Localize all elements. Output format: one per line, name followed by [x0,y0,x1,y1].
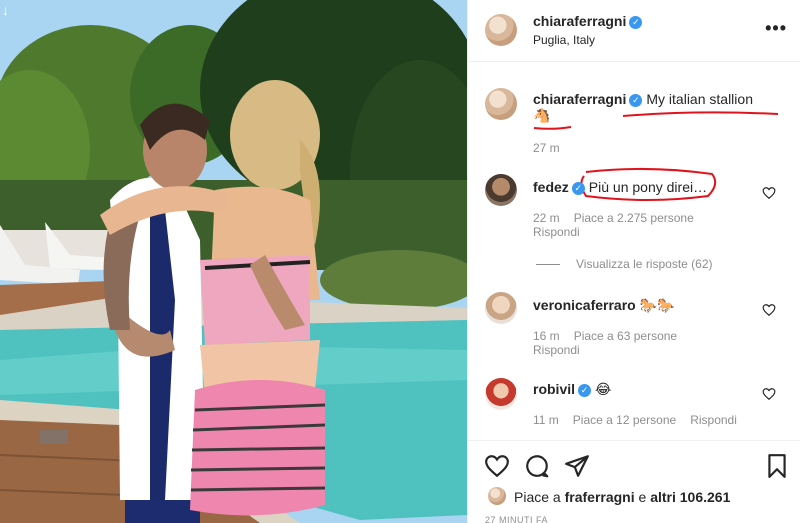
heart-icon[interactable] [484,453,510,479]
comment-icon[interactable] [524,453,550,479]
comment-robivil: robivil ✓ 😂 [533,380,611,399]
comment-likes[interactable]: Piace a 12 persone [573,413,676,427]
comment-veronicaferraro: veronicaferraro 🐎🐎 [533,296,675,315]
caption: chiaraferragni ✓ My italian stallion [533,90,788,108]
verified-icon: ✓ [629,94,643,107]
verified-icon: ✓ [578,384,592,397]
share-icon[interactable] [564,453,590,479]
likes-mid: e [634,489,651,505]
post-photo[interactable]: ↓ [0,0,467,523]
more-icon[interactable]: ••• [765,18,787,39]
heart-icon[interactable] [762,186,776,200]
caption-avatar[interactable] [485,88,517,120]
caption-text: My italian stallion [646,91,753,107]
reply-button[interactable]: Rispondi [533,225,580,239]
author-name-row: chiaraferragni ✓ [533,13,643,31]
caption-emoji: 🐴 [533,108,551,124]
heart-icon[interactable] [762,387,776,401]
comment-meta: 16 m Piace a 63 persone [533,329,677,343]
comment-avatar-fedez[interactable] [485,174,517,206]
likes-others[interactable]: altri 106.261 [650,489,730,505]
liker-avatar[interactable] [488,487,506,505]
author-username[interactable]: chiaraferragni [533,13,626,29]
heart-icon[interactable] [762,303,776,317]
view-replies-link[interactable]: Visualizza le risposte (62) [536,257,713,271]
comment-avatar-veronicaferraro[interactable] [485,292,517,324]
likes-prefix: Piace a [514,489,565,505]
comment-time: 22 m [533,211,560,225]
comment-text: Più un pony direi… [588,179,708,195]
couple-pool-photo [0,0,467,523]
comment-text: 😂 [595,382,612,398]
comment-likes[interactable]: Piace a 63 persone [574,329,677,343]
comment-username[interactable]: fedez [533,179,569,195]
post-timestamp: 27 MINUTI FA [485,515,549,523]
comment-text: 🐎🐎 [639,298,675,314]
view-replies-label: Visualizza le risposte (62) [576,257,713,271]
comment-fedez: fedez ✓ Più un pony direi… [533,178,707,196]
verified-icon: ✓ [629,16,643,29]
comment-meta: 22 m Piace a 2.275 persone [533,211,694,225]
post-header: chiaraferragni ✓ Puglia, Italy ••• [468,0,800,62]
liker-username[interactable]: fraferragni [565,489,635,505]
divider-line [536,263,560,265]
reply-button[interactable]: Rispondi [533,343,580,357]
likes-summary[interactable]: Piace a fraferragni e altri 106.261 [514,489,730,505]
comment-meta: 11 m Piace a 12 persone Rispondi [533,413,737,427]
back-arrow-icon[interactable]: ↓ [2,2,9,18]
comment-avatar-robivil[interactable] [485,378,517,410]
comment-time: 11 m [533,413,559,427]
reply-button[interactable]: Rispondi [690,413,737,427]
caption-username[interactable]: chiaraferragni [533,91,626,107]
author-avatar[interactable] [485,14,517,46]
comment-time: 16 m [533,329,560,343]
comment-likes[interactable]: Piace a 2.275 persone [574,211,694,225]
post-location[interactable]: Puglia, Italy [533,33,595,47]
bookmark-icon[interactable] [764,453,790,479]
post-sidebar: chiaraferragni ✓ Puglia, Italy ••• chiara… [467,0,800,523]
verified-icon: ✓ [571,182,585,195]
caption-time: 27 m [533,141,560,155]
comment-username[interactable]: veronicaferraro [533,297,636,313]
post-actions [468,440,800,523]
comment-username[interactable]: robivil [533,381,575,397]
